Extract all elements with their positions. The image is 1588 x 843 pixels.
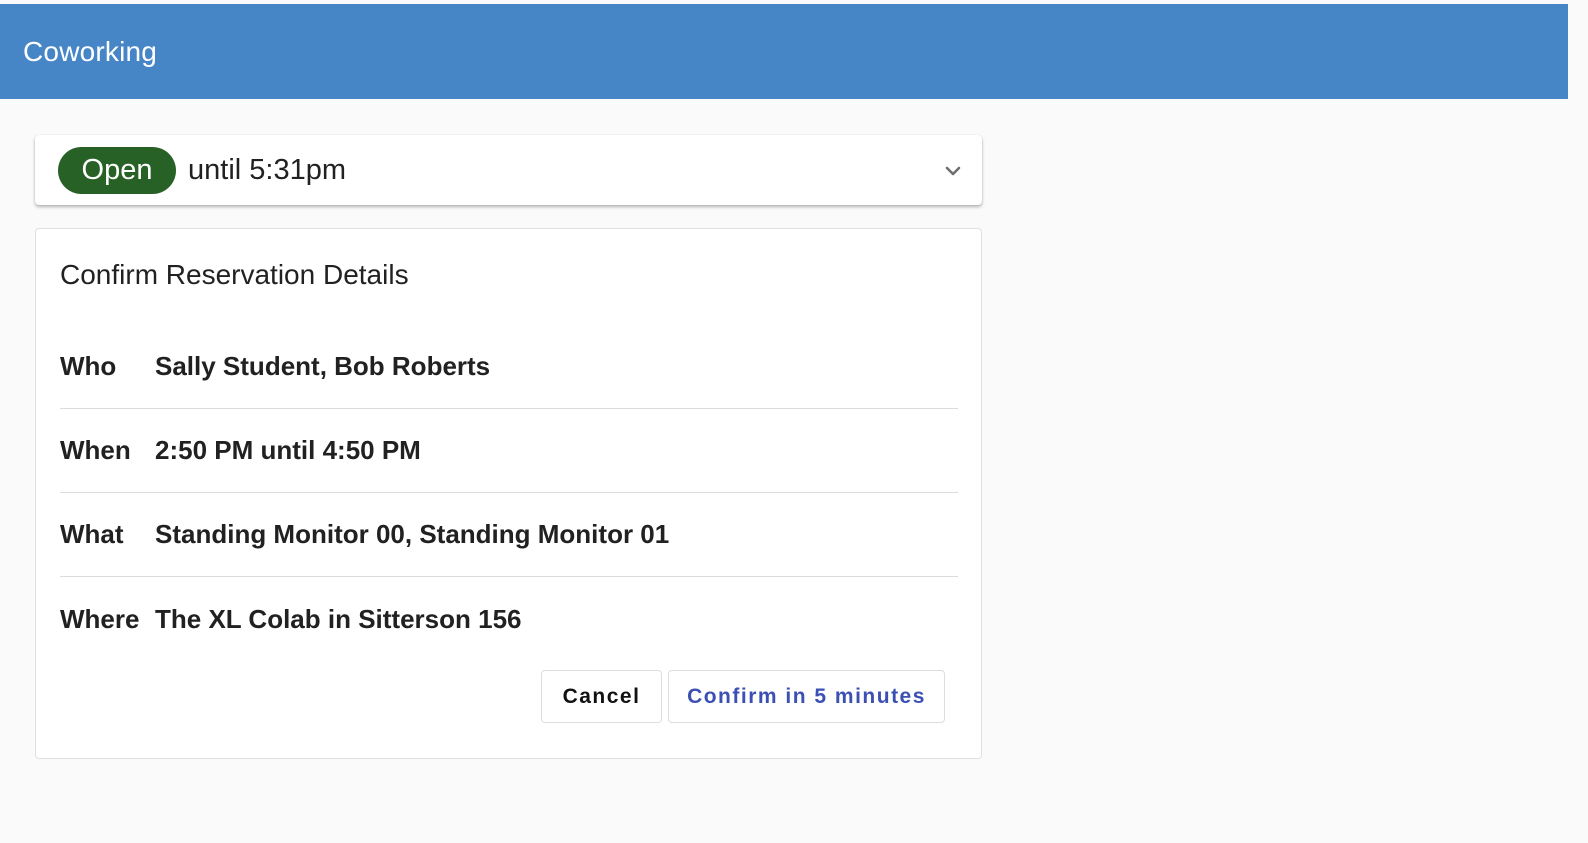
open-until-text: until 5:31pm — [188, 153, 346, 186]
cancel-button[interactable]: Cancel — [541, 670, 662, 723]
app-header: Coworking — [0, 4, 1568, 99]
detail-row-when: When 2:50 PM until 4:50 PM — [60, 409, 958, 493]
detail-label: When — [60, 435, 131, 465]
detail-label: Where — [60, 603, 140, 634]
detail-value: Sally Student, Bob Roberts — [155, 351, 491, 381]
reservation-details-list: Who Sally Student, Bob Roberts When 2:50… — [60, 325, 958, 661]
detail-value: 2:50 PM until 4:50 PM — [155, 435, 421, 465]
detail-label: Who — [60, 351, 117, 381]
confirm-button[interactable]: Confirm in 5 minutes — [668, 670, 945, 723]
detail-label: What — [60, 519, 124, 549]
reservation-confirm-card: Confirm Reservation Details Who Sally St… — [35, 228, 982, 759]
detail-row-where: Where The XL Colab in Sitterson 156 — [60, 577, 958, 661]
open-hours-panel[interactable]: Open until 5:31pm — [35, 135, 982, 205]
detail-row-who: Who Sally Student, Bob Roberts — [60, 325, 958, 409]
detail-row-what: What Standing Monitor 00, Standing Monit… — [60, 493, 958, 577]
detail-value: The XL Colab in Sitterson 156 — [155, 603, 522, 634]
detail-value: Standing Monitor 00, Standing Monitor 01 — [155, 519, 670, 549]
open-status-badge: Open — [58, 146, 176, 194]
chevron-down-icon-svg — [945, 166, 961, 176]
card-title: Confirm Reservation Details — [60, 259, 409, 290]
chevron-down-icon[interactable] — [944, 162, 962, 180]
page: Coworking Open until 5:31pm Confirm Rese… — [0, 0, 1588, 843]
app-title[interactable]: Coworking — [23, 36, 157, 68]
card-actions: Cancel Confirm in 5 minutes — [541, 670, 945, 723]
